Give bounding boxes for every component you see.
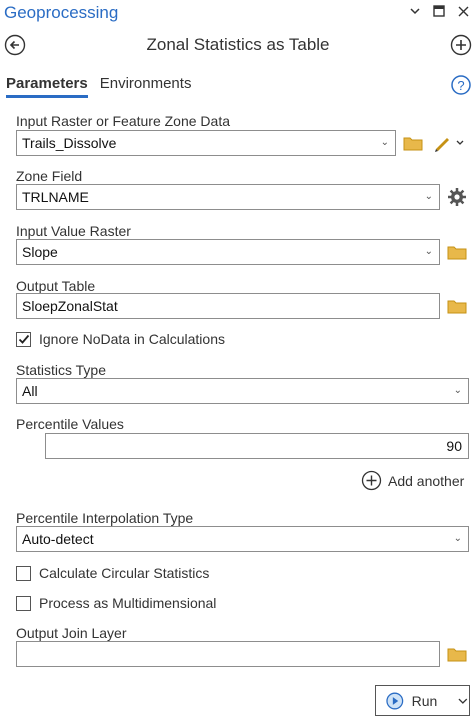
- maximize-icon[interactable]: [430, 2, 448, 20]
- folder-icon[interactable]: [446, 643, 468, 665]
- run-label: Run: [411, 692, 438, 709]
- zone-field-dropdown[interactable]: TRLNAME ⌄: [16, 184, 440, 210]
- help-button[interactable]: ?: [450, 74, 472, 96]
- interp-type-value: Auto-detect: [22, 531, 94, 547]
- multidim-checkbox-row[interactable]: Process as Multidimensional: [16, 595, 216, 611]
- percentile-values-label: Percentile Values: [16, 416, 124, 432]
- tab-bar: Parameters Environments: [6, 75, 191, 98]
- tool-title: Zonal Statistics as Table: [146, 35, 330, 54]
- folder-icon[interactable]: [446, 241, 468, 263]
- run-button[interactable]: Run: [375, 685, 470, 716]
- multidim-checkbox[interactable]: [16, 595, 31, 611]
- output-table-input[interactable]: SloepZonalStat: [16, 293, 440, 319]
- circular-stats-label: Calculate Circular Statistics: [39, 565, 210, 581]
- join-layer-label: Output Join Layer: [16, 625, 127, 641]
- multidim-label: Process as Multidimensional: [39, 595, 217, 611]
- add-button[interactable]: [450, 34, 472, 56]
- chevron-down-icon: ⌄: [424, 246, 433, 257]
- interp-type-dropdown[interactable]: Auto-detect ⌄: [16, 526, 469, 552]
- percentile-value: 90: [446, 438, 462, 454]
- zone-field-value: TRLNAME: [22, 189, 89, 205]
- tab-parameters[interactable]: Parameters: [6, 75, 88, 98]
- chevron-down-icon: ⌄: [453, 385, 462, 396]
- ignore-nodata-label: Ignore NoData in Calculations: [39, 331, 225, 347]
- chevron-down-icon[interactable]: [457, 697, 469, 705]
- checkmark-icon: [18, 334, 29, 344]
- add-another-button[interactable]: Add another: [361, 470, 464, 491]
- ignore-nodata-checkbox[interactable]: [16, 331, 31, 347]
- add-another-label: Add another: [388, 472, 465, 489]
- input-zone-value: Trails_Dissolve: [22, 135, 117, 151]
- input-zone-label: Input Raster or Feature Zone Data: [16, 113, 230, 129]
- plus-circle-icon: [450, 34, 472, 56]
- circular-stats-checkbox-row[interactable]: Calculate Circular Statistics: [16, 565, 209, 581]
- value-raster-label: Input Value Raster: [16, 223, 131, 239]
- pencil-dropdown-icon[interactable]: [432, 132, 466, 154]
- stats-type-value: All: [22, 383, 38, 399]
- stats-type-dropdown[interactable]: All ⌄: [16, 378, 469, 404]
- pane-title: Geoprocessing: [4, 3, 119, 22]
- folder-icon[interactable]: [446, 295, 468, 317]
- folder-icon[interactable]: [402, 132, 424, 154]
- ignore-nodata-checkbox-row[interactable]: Ignore NoData in Calculations: [16, 331, 225, 347]
- output-table-label: Output Table: [16, 278, 96, 294]
- tab-environments[interactable]: Environments: [100, 75, 192, 98]
- join-layer-input[interactable]: [16, 641, 440, 667]
- circular-stats-checkbox[interactable]: [16, 565, 31, 581]
- percentile-value-input[interactable]: 90: [45, 433, 469, 459]
- interp-type-label: Percentile Interpolation Type: [16, 510, 194, 526]
- help-icon: ?: [451, 75, 471, 95]
- zone-field-label: Zone Field: [16, 168, 83, 184]
- plus-circle-icon: [361, 470, 382, 491]
- stats-type-label: Statistics Type: [16, 362, 107, 378]
- window-controls: [406, 2, 472, 20]
- svg-text:?: ?: [457, 78, 464, 93]
- gear-icon[interactable]: [446, 186, 468, 208]
- close-icon[interactable]: [454, 2, 472, 20]
- value-raster-dropdown[interactable]: Slope ⌄: [16, 239, 440, 265]
- chevron-down-icon: ⌄: [380, 137, 389, 148]
- output-table-value: SloepZonalStat: [22, 298, 118, 314]
- chevron-down-icon: ⌄: [453, 533, 462, 544]
- play-icon: [386, 692, 404, 709]
- input-zone-dropdown[interactable]: Trails_Dissolve ⌄: [16, 130, 396, 156]
- chevron-down-icon: ⌄: [424, 191, 433, 202]
- options-menu-icon[interactable]: [406, 2, 424, 20]
- value-raster-value: Slope: [22, 244, 58, 260]
